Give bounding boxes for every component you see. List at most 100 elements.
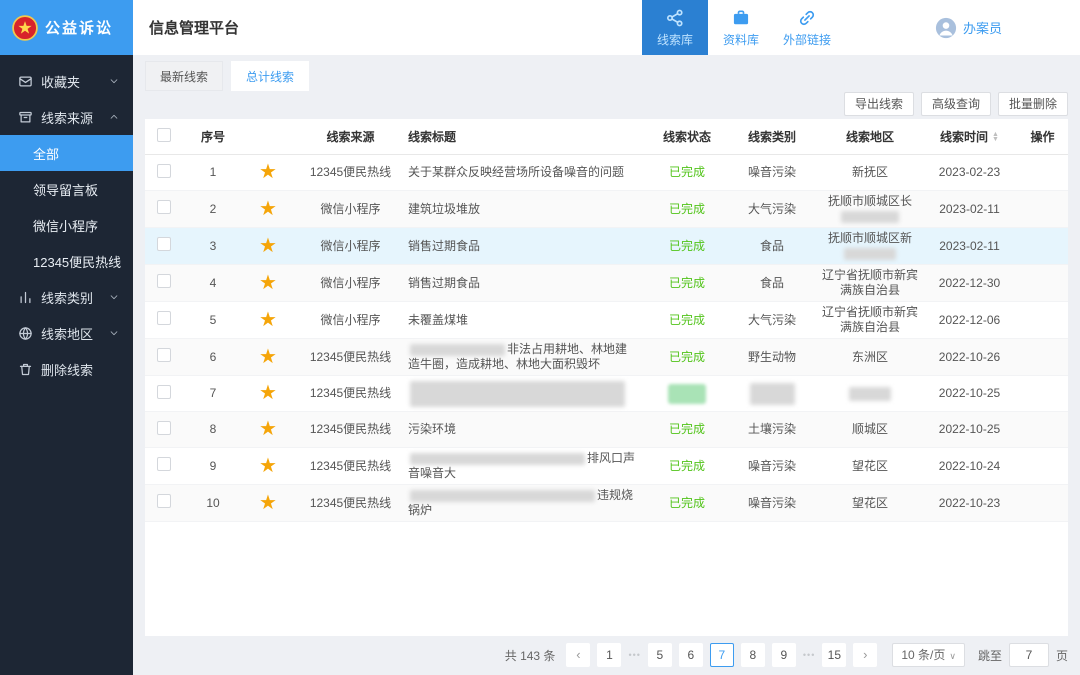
favorite-cell: ★ (243, 417, 293, 442)
row-checkbox[interactable] (157, 421, 171, 435)
clue-title-redacted-block (410, 381, 625, 407)
source-cell: 12345便民热线 (293, 347, 408, 368)
row-checkbox[interactable] (157, 385, 171, 399)
table-row[interactable]: 5★微信小程序未覆盖煤堆已完成大气污染辽宁省抚顺市新宾满族自治县2022-12-… (145, 302, 1068, 339)
page-button-15[interactable]: 15 (822, 643, 846, 667)
serial-number: 5 (210, 313, 217, 327)
top-header: 信息管理平台 线索库资料库外部链接 办案员 (133, 0, 1080, 55)
star-icon[interactable]: ★ (259, 198, 277, 220)
table-row[interactable]: 8★12345便民热线污染环境已完成土壤污染顺城区2022-10-25 (145, 412, 1068, 448)
table-body: 1★12345便民热线关于某群众反映经营场所设备噪音的问题已完成噪音污染新抚区2… (145, 155, 1068, 522)
star-icon[interactable]: ★ (259, 235, 277, 257)
page-size-select[interactable]: 10 条/页∨ (892, 643, 965, 667)
nav-tab-线索库[interactable]: 线索库 (642, 0, 708, 55)
row-checkbox[interactable] (157, 494, 171, 508)
page-button-7[interactable]: 7 (710, 643, 734, 667)
sidebar-item-收藏夹[interactable]: 收藏夹 (0, 63, 133, 99)
row-checkbox[interactable] (157, 457, 171, 471)
status-label: 已完成 (669, 276, 705, 290)
time-cell: 2023-02-11 (922, 199, 1017, 220)
star-icon[interactable]: ★ (259, 346, 277, 368)
region-cell: 望花区 (818, 456, 922, 477)
pagination-pages: ‹ 1 ••• 56789 ••• 15 › (566, 643, 877, 667)
table-row[interactable]: 7★12345便民热线2022-10-25 (145, 376, 1068, 412)
table-row[interactable]: 6★12345便民热线非法占用耕地、林地建造牛圈，造成耕地、林地大面积毁坏已完成… (145, 339, 1068, 376)
region-cell: 望花区 (818, 493, 922, 514)
page-button-9[interactable]: 9 (772, 643, 796, 667)
title-cell: 排风口声音噪音大 (408, 448, 648, 484)
column-label: 序号 (201, 130, 225, 144)
导出线索-button[interactable]: 导出线索 (844, 92, 914, 116)
高级查询-button[interactable]: 高级查询 (921, 92, 991, 116)
region-cell: 抚顺市顺城区新 (818, 228, 922, 264)
nav-tab-外部链接[interactable]: 外部链接 (774, 0, 840, 55)
clue-title-text: 未覆盖煤堆 (408, 313, 468, 327)
nav-tab-资料库[interactable]: 资料库 (708, 0, 774, 55)
serial-cell: 10 (183, 493, 243, 514)
page-ellipsis[interactable]: ••• (628, 650, 640, 660)
column-header-no: 序号 (183, 128, 243, 145)
table-row[interactable]: 10★12345便民热线违规烧锅炉已完成噪音污染望花区2022-10-23 (145, 485, 1068, 522)
favorite-cell: ★ (243, 308, 293, 333)
page-button-1[interactable]: 1 (597, 643, 621, 667)
prev-page-button[interactable]: ‹ (566, 643, 590, 667)
table-row[interactable]: 1★12345便民热线关于某群众反映经营场所设备噪音的问题已完成噪音污染新抚区2… (145, 155, 1068, 191)
tab-最新线索[interactable]: 最新线索 (145, 61, 223, 91)
row-checkbox[interactable] (157, 200, 171, 214)
region-cell: 辽宁省抚顺市新宾满族自治县 (818, 265, 922, 301)
star-icon[interactable]: ★ (259, 418, 277, 440)
row-checkbox[interactable] (157, 237, 171, 251)
sidebar-item-label: 线索类别 (41, 288, 93, 307)
sidebar-subitem-微信小程序[interactable]: 微信小程序 (0, 207, 133, 243)
title-cell: 违规烧锅炉 (408, 485, 648, 521)
table-header-row: 序号线索来源线索标题线索状态线索类别线索地区线索时间▲▼操作 (145, 119, 1068, 155)
row-checkbox[interactable] (157, 164, 171, 178)
row-checkbox-cell (145, 271, 183, 295)
clue-time: 2022-12-06 (939, 313, 1000, 327)
page-size-value: 10 条/页 (901, 648, 945, 662)
select-all-checkbox[interactable] (157, 128, 171, 142)
category-cell (726, 379, 818, 409)
sidebar-subitem-领导留言板[interactable]: 领导留言板 (0, 171, 133, 207)
logo-title: 公益诉讼 (45, 17, 113, 38)
sort-icon[interactable]: ▲▼ (992, 133, 999, 143)
sidebar-menu: 收藏夹线索来源全部领导留言板微信小程序12345便民热线线索类别线索地区删除线索 (0, 55, 133, 387)
tabstrip: 最新线索总计线索 (145, 61, 1068, 91)
row-checkbox[interactable] (157, 311, 171, 325)
star-icon[interactable]: ★ (259, 272, 277, 294)
row-checkbox[interactable] (157, 274, 171, 288)
next-page-button[interactable]: › (853, 643, 877, 667)
app-logo[interactable]: 公益诉讼 (0, 0, 133, 55)
sidebar-subitem-全部[interactable]: 全部 (0, 135, 133, 171)
clue-source: 微信小程序 (320, 202, 380, 216)
user-menu[interactable]: 办案员 (935, 0, 1002, 55)
批量删除-button[interactable]: 批量删除 (998, 92, 1068, 116)
sidebar-item-线索来源[interactable]: 线索来源 (0, 99, 133, 135)
sidebar-item-线索地区[interactable]: 线索地区 (0, 315, 133, 351)
page-button-5[interactable]: 5 (648, 643, 672, 667)
star-icon[interactable]: ★ (259, 492, 277, 514)
table-row[interactable]: 2★微信小程序建筑垃圾堆放已完成大气污染抚顺市顺城区长2023-02-11 (145, 191, 1068, 228)
star-icon[interactable]: ★ (259, 309, 277, 331)
clue-title-text: 销售过期食品 (408, 276, 480, 290)
page-button-8[interactable]: 8 (741, 643, 765, 667)
tab-总计线索[interactable]: 总计线索 (231, 61, 309, 91)
row-checkbox[interactable] (157, 348, 171, 362)
sidebar-subitem-12345便民热线[interactable]: 12345便民热线 (0, 243, 133, 279)
clue-region-text: 望花区 (852, 496, 888, 510)
sidebar-item-线索类别[interactable]: 线索类别 (0, 279, 133, 315)
jump-page-input[interactable] (1009, 643, 1049, 667)
status-label: 已完成 (669, 459, 705, 473)
page-button-6[interactable]: 6 (679, 643, 703, 667)
operation-cell (1017, 427, 1068, 433)
star-icon[interactable]: ★ (259, 382, 277, 404)
table-row[interactable]: 9★12345便民热线排风口声音噪音大已完成噪音污染望花区2022-10-24 (145, 448, 1068, 485)
table-row[interactable]: 3★微信小程序销售过期食品已完成食品抚顺市顺城区新2023-02-11 (145, 228, 1068, 265)
title-cell: 关于某群众反映经营场所设备噪音的问题 (408, 162, 648, 183)
star-icon[interactable]: ★ (259, 161, 277, 183)
clue-time: 2022-10-25 (939, 422, 1000, 436)
star-icon[interactable]: ★ (259, 455, 277, 477)
table-row[interactable]: 4★微信小程序销售过期食品已完成食品辽宁省抚顺市新宾满族自治县2022-12-3… (145, 265, 1068, 302)
sidebar-item-删除线索[interactable]: 删除线索 (0, 351, 133, 387)
page-ellipsis[interactable]: ••• (803, 650, 815, 660)
